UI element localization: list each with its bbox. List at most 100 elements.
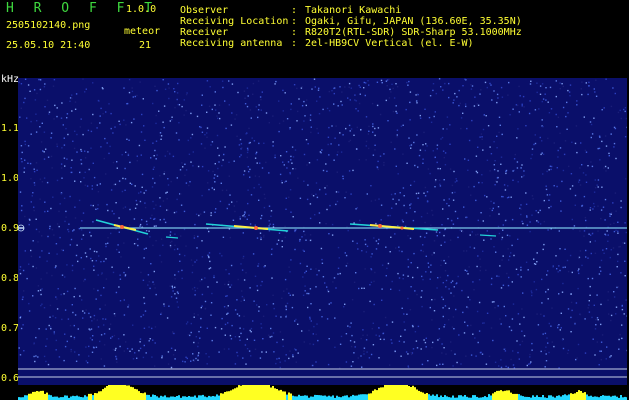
noise-speck [133,218,136,220]
noise-speck [124,206,127,208]
noise-speck [76,244,78,246]
noise-speck [20,107,22,109]
power-bar [446,396,448,400]
noise-speck [136,357,138,359]
noise-speck [599,350,601,352]
noise-speck [119,278,122,280]
noise-speck [478,181,480,184]
noise-speck [270,253,273,256]
noise-speck [406,313,408,315]
noise-speck [302,294,305,296]
noise-speck [462,85,464,87]
noise-speck [289,128,291,130]
noise-speck [600,209,603,211]
noise-speck [140,191,142,193]
noise-speck [356,126,358,129]
noise-speck [529,356,531,358]
noise-speck [300,87,303,89]
noise-speck [161,357,163,359]
noise-speck [234,118,236,120]
noise-speck [143,344,145,347]
noise-speck [340,151,343,153]
noise-speck [103,260,105,263]
noise-speck [93,347,95,349]
noise-speck [31,195,33,197]
noise-speck [561,291,564,293]
noise-speck [114,349,116,351]
noise-speck [469,246,471,248]
noise-speck [134,95,136,98]
noise-speck [432,83,435,85]
noise-speck [526,215,528,217]
noise-speck [558,230,560,232]
noise-speck [546,170,548,173]
power-bar [506,390,508,400]
noise-speck [591,232,594,235]
noise-speck [536,252,538,254]
noise-speck [61,318,63,321]
noise-speck [557,326,559,329]
noise-speck [155,114,157,117]
noise-speck [253,187,255,189]
noise-speck [522,292,524,294]
noise-speck [218,154,220,157]
noise-speck [58,210,60,213]
noise-speck [118,251,120,253]
noise-speck [229,236,231,239]
noise-speck [462,311,464,314]
noise-speck [430,271,432,273]
power-bar [322,395,324,400]
noise-speck [261,167,264,169]
noise-speck [200,126,202,129]
noise-speck [562,347,565,350]
noise-speck [210,314,212,316]
noise-speck [252,93,254,95]
noise-speck [176,248,179,250]
noise-speck [90,235,92,237]
noise-speck [487,125,490,127]
noise-speck [74,130,76,132]
noise-speck [529,221,531,223]
noise-speck [414,211,416,213]
noise-speck [499,265,501,267]
noise-speck [44,83,46,85]
noise-speck [119,300,122,302]
power-bar [504,390,506,400]
noise-speck [516,167,519,169]
noise-speck [166,198,168,200]
noise-speck [485,363,488,365]
noise-speck [23,350,25,352]
noise-speck [378,327,380,329]
power-bar [372,390,374,400]
noise-speck [224,146,226,148]
noise-speck [624,107,627,109]
noise-speck [294,168,297,170]
noise-speck [376,81,379,83]
noise-speck [161,355,163,357]
noise-speck [353,352,355,354]
noise-speck [299,240,301,242]
power-bar [376,390,378,400]
noise-speck [238,144,241,146]
noise-speck [504,348,506,350]
noise-speck [60,117,63,119]
noise-speck [282,120,285,122]
noise-speck [454,181,456,183]
power-bar [278,390,280,400]
noise-speck [32,265,34,268]
info-key: Receiving Location [180,16,289,27]
noise-speck [40,278,42,280]
noise-speck [581,204,584,207]
noise-speck [482,322,484,324]
noise-speck [528,363,530,365]
noise-speck [477,341,479,344]
power-bar [28,393,30,400]
noise-speck [51,228,54,231]
noise-speck [143,248,146,250]
power-bar [48,394,50,400]
noise-speck [281,240,283,242]
noise-speck [625,117,627,120]
noise-speck [476,310,479,313]
noise-speck [91,339,93,341]
noise-speck [375,248,378,250]
